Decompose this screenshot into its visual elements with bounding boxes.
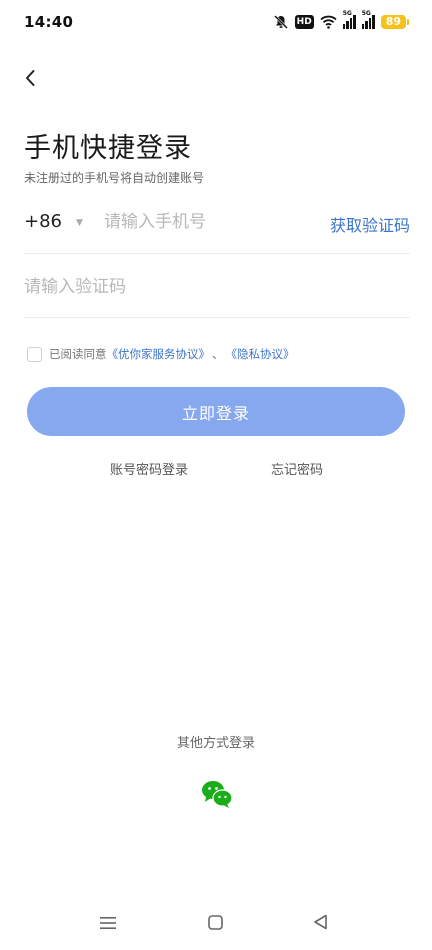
wifi-icon [320,15,337,29]
chevron-left-icon [26,70,35,86]
triangle-back-icon [314,914,327,930]
login-button[interactable]: 立即登录 [27,387,405,436]
back-button[interactable] [18,63,42,93]
page-title: 手机快捷登录 [24,133,192,164]
status-time: 14:40 [24,13,74,31]
other-login-label: 其他方式登录 [176,736,255,751]
agreement-separator: 、 [212,347,224,361]
agreement-row: 已阅读同意 《优你家服务协议》 、 《隐私协议》 [27,346,295,362]
divider [24,317,410,318]
password-login-link[interactable]: 账号密码登录 [110,459,188,478]
network-type-2: 5G [361,10,371,17]
square-home-icon [208,915,223,930]
cell-signal-2-icon: 5G [361,10,375,29]
page-subtitle: 未注册过的手机号将自动创建账号 [24,171,205,185]
get-code-button[interactable]: 获取验证码 [330,212,410,236]
menu-icon [100,917,116,929]
menu-nav-button[interactable] [100,915,116,934]
phone-input[interactable] [104,208,304,236]
wechat-icon [202,781,233,808]
mute-bell-icon [273,15,288,29]
forgot-password-link[interactable]: 忘记密码 [271,459,323,478]
service-agreement-link[interactable]: 《优你家服务协议》 [107,346,211,362]
wechat-login-button[interactable] [201,779,233,809]
divider [24,253,410,254]
cell-signal-1-icon: 5G [342,10,356,29]
verification-code-input[interactable] [24,273,324,301]
battery-indicator: 89 [380,15,410,29]
hd-voice-badge: HD [294,15,314,29]
status-icons: HD 5G 5G 89 [273,10,410,32]
agreement-text: 已阅读同意 [49,347,107,361]
back-nav-button[interactable] [313,914,328,934]
network-type-1: 5G [342,10,352,17]
country-code-selector[interactable]: +86 [24,211,62,232]
agreement-checkbox[interactable] [27,346,42,362]
privacy-agreement-link[interactable]: 《隐私协议》 [226,346,295,362]
home-nav-button[interactable] [208,915,223,934]
caret-down-icon: ▼ [76,218,83,228]
